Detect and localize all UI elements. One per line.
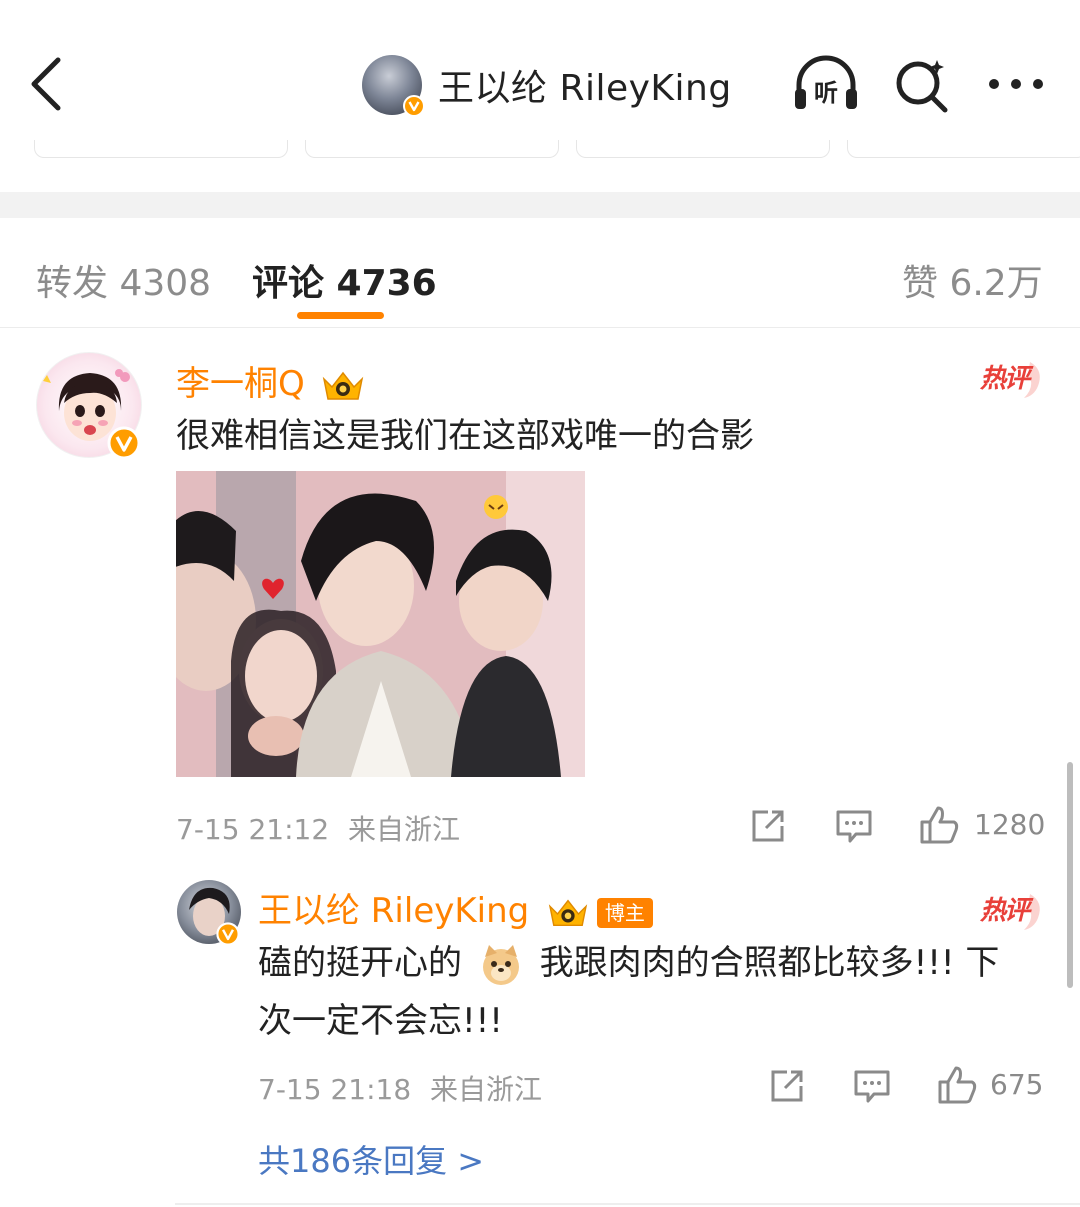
top-bar: 王以纶 RileyKing 听 (0, 0, 1080, 140)
reply-text-part: 磕的挺开心的 (258, 943, 462, 983)
vip-crown-icon (548, 899, 588, 926)
search-icon (896, 60, 948, 113)
more-dots-icon (989, 79, 1043, 89)
reply-time: 7-15 21:18 (258, 1073, 412, 1106)
comment-photo[interactable] (176, 471, 585, 777)
comment-location: 来自浙江 (348, 813, 461, 846)
hot-comment-badge: 热评 (980, 888, 1046, 932)
comment-time: 7-15 21:12 (176, 813, 330, 846)
reply-text-part: 我跟肉肉的合照都比较多!!! 下 (539, 943, 1000, 983)
action-card-stub (576, 140, 830, 158)
reply-location: 来自浙江 (430, 1073, 543, 1106)
profile-title[interactable]: 王以纶 RileyKing (362, 54, 732, 117)
share-icon[interactable] (748, 806, 788, 846)
like-icon[interactable] (936, 1064, 978, 1106)
doge-emoji-icon (482, 944, 519, 985)
replier-name[interactable]: 王以纶 RileyKing 博主 (258, 883, 653, 932)
verified-icon (107, 426, 141, 460)
comment-text: 很难相信这是我们在这部戏唯一的合影 (176, 416, 754, 456)
reply-text-line1: 磕的挺开心的 我跟肉肉的合照都比较多!!! 下 (258, 934, 999, 992)
chevron-left-icon (31, 57, 61, 111)
reply-text-line2: 次一定不会忘!!! (258, 1001, 503, 1041)
headphones-icon: 听 (795, 55, 857, 109)
interaction-tabs: 转发 4308 评论 4736 赞 6.2万 (0, 218, 1080, 328)
comment-icon[interactable] (834, 806, 874, 846)
like-icon[interactable] (918, 804, 960, 846)
section-divider (0, 192, 1080, 218)
replier-name-text: 王以纶 RileyKing (258, 891, 530, 931)
tab-comments[interactable]: 评论 4736 (252, 254, 437, 306)
action-card-stub (305, 140, 559, 158)
comment-meta: 7-15 21:12 来自浙江 (176, 808, 460, 848)
verified-icon (216, 922, 240, 946)
hot-comment-label: 热评 (980, 896, 1030, 926)
avatar[interactable] (362, 55, 425, 117)
action-card-stub (34, 140, 288, 158)
like-count: 1280 (974, 808, 1046, 841)
scrollbar[interactable] (1067, 762, 1073, 988)
share-icon[interactable] (767, 1066, 807, 1106)
comment-icon[interactable] (852, 1066, 892, 1106)
view-replies-link[interactable]: 共186条回复 > (258, 1136, 484, 1182)
like-count: 675 (990, 1068, 1044, 1101)
listen-button[interactable]: 听 (792, 55, 860, 113)
photo-image (176, 471, 585, 777)
tab-likes[interactable]: 赞 6.2万 (902, 254, 1043, 306)
svg-text:听: 听 (814, 79, 838, 107)
page-title: 王以纶 RileyKing (438, 68, 732, 109)
commenter-name-text: 李一桐Q (176, 364, 305, 404)
active-tab-indicator (297, 312, 384, 319)
commenter-name[interactable]: 李一桐Q (176, 356, 366, 405)
hot-comment-label: 热评 (980, 364, 1030, 394)
tab-repost[interactable]: 转发 4308 (36, 254, 211, 306)
action-card-stub (847, 140, 1080, 158)
back-button[interactable] (22, 54, 72, 114)
vip-crown-icon (322, 371, 363, 400)
verified-icon (403, 95, 425, 117)
divider (175, 1203, 1080, 1205)
more-options-button[interactable] (986, 64, 1046, 104)
hot-comment-badge: 热评 (980, 356, 1046, 400)
reply-meta: 7-15 21:18 来自浙江 (258, 1068, 542, 1108)
owner-badge: 博主 (596, 897, 653, 928)
search-button[interactable] (893, 56, 951, 114)
